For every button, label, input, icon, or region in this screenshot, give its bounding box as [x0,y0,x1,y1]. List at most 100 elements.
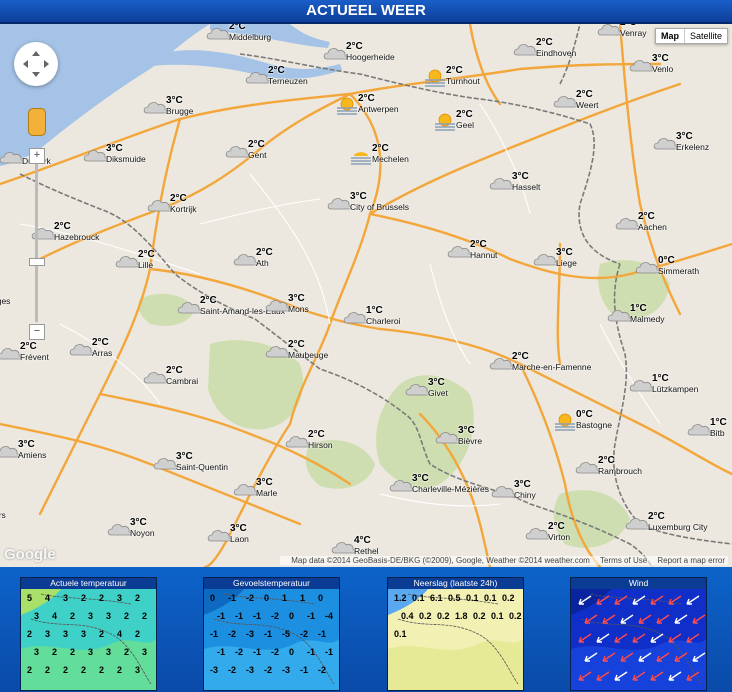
city-name: Mons [288,304,309,314]
thumbnail-value: -2 [235,647,243,657]
thumbnail-wind[interactable]: Wind [570,577,707,691]
city-temperature: 3°C [106,143,123,154]
thumbnail-value: 0.1 [466,593,479,603]
city-temperature: 3°C [166,95,183,106]
thumbnail-map: 0 -1 -2 0 1 1 0-1 -1 -1 -2 0 -1 -4-1 -2 -3 -1 -5 -2 -1-1 -2… [204,589,339,690]
thumbnail-value: 1 [300,593,305,603]
city-name: Hannut [470,250,498,260]
city-temperature: 2°C [536,37,553,48]
thumbnail-value: -4 [325,611,333,621]
cloud-weather-icon [323,48,348,60]
city-name: Erkelenz [676,142,710,152]
city-name: Amiens [18,450,47,460]
thumbnail-value: 0.2 [419,611,432,621]
thumbnail-value: -1 [217,611,225,621]
city-name: Eindhoven [536,48,577,58]
thumbnail-value: 0.1 [491,611,504,621]
thumbnail-value: -1 [228,593,236,603]
thumbnail-value: 0.1 [394,629,407,639]
thumbnail-value: 2 [135,629,140,639]
city-temperature: 2°C [372,143,389,154]
zoom-slider-track[interactable] [35,164,38,322]
city-name: ers [0,510,6,520]
cloud-weather-icon [285,436,310,448]
cloud-weather-icon [83,150,108,162]
cloud-weather-icon [233,484,258,496]
cloud-weather-icon [597,24,622,36]
zoom-in-button[interactable]: + [29,148,45,164]
thumbnail-label: Gevoelstemperatuur [204,578,339,589]
cloud-weather-icon [625,518,650,530]
city-name: uges [0,296,11,306]
city-temperature: 2°C [138,249,155,260]
street-view-pegman-icon[interactable] [28,108,46,136]
cloud-weather-icon [206,28,231,40]
thumbnail-temp[interactable]: Actuele temperatuur 5 4 3 2 2 3 2 3 4 2 3 3 2 2 2 3 3 3 2 4 2… [20,577,157,691]
city-temperature: 3°C [512,171,529,182]
cloud-weather-icon [687,424,712,436]
thumbnail-value: 2 [117,665,122,675]
zoom-slider-handle[interactable] [29,258,45,266]
city-name: Saint-Quentin [176,462,228,472]
thumbnail-value: 5 [27,593,32,603]
city-temperature: 3°C [350,191,367,202]
city-temperature: 3°C [130,517,147,528]
cloud-weather-icon [143,372,168,384]
city-temperature: 1°C [366,305,383,316]
terms-of-use-link[interactable]: Terms of Use [600,556,647,565]
thumbnail-value: -1 [318,629,326,639]
thumbnail-value: 6.1 [430,593,443,603]
thumbnail-value: 3 [63,629,68,639]
thumbnail-rain[interactable]: Neerslag (laatste 24h) 1.2 0.1 6.1 0.5 0.1 0.1… [387,577,524,691]
thumbnail-value: -2 [271,611,279,621]
thumbnail-value: -5 [282,629,290,639]
zoom-out-button[interactable]: − [29,324,45,340]
cloud-weather-icon [0,152,24,164]
city-name: Charleroi [366,316,401,326]
pan-control[interactable] [14,42,58,86]
thumbnail-value: -2 [246,593,254,603]
cloud-weather-icon [629,60,654,72]
map-type-satellite-button[interactable]: Satellite [685,29,727,43]
city-name: Gent [248,150,267,160]
map-type-map-button[interactable]: Map [656,29,685,43]
city-name: Charleville-Mézières [412,484,489,494]
city-name: Arras [92,348,113,358]
page-header: ACTUEEL WEER [0,0,732,24]
cloud-weather-icon [153,458,178,470]
city-temperature: 2°C [166,365,183,376]
city-temperature: 3°C [256,477,273,488]
thumbnail-value: 4 [52,611,57,621]
city-name: Hasselt [512,182,541,192]
thumbnail-value: 0 [289,611,294,621]
city-name: Chiny [514,490,536,500]
thumbnail-value: 0.2 [509,611,522,621]
thumbnail-value: 2 [124,611,129,621]
report-map-error-link[interactable]: Report a map error [657,556,725,565]
thumbnail-value: 0.4 [401,611,414,621]
city-temperature: 3°C [412,473,429,484]
city-temperature: 3°C [230,523,247,534]
city-temperature: 2°C [576,89,593,100]
city-temperature: 0°C [576,409,593,420]
city-name: Terneuzen [268,76,308,86]
cloud-weather-icon [615,218,640,230]
city-name: Mechelen [372,154,409,164]
city-temperature: 1°C [710,417,727,428]
city-temperature: 3°C [676,131,693,142]
thumbnail-value: -2 [228,665,236,675]
thumbnail-feel[interactable]: Gevoelstemperatuur 0 -1 -2 0 1 1 0 -1 -1 -1 -2 0 -1 -4… [203,577,340,691]
sun-fog-weather-icon [337,97,357,115]
city-name: Aachen [638,222,667,232]
google-logo[interactable]: Google [4,546,56,563]
weather-map[interactable]: 2°C Middelburg 2°C Hoogerheide 2°C Eindhoven 3… [0,24,732,567]
cloud-weather-icon [575,462,600,474]
thumbnail-value: 2 [135,593,140,603]
city-name: Hoogerheide [346,52,395,62]
thumbnail-value: -3 [246,665,254,675]
thumbnail-value: 3 [106,611,111,621]
city-name: Virton [548,532,571,542]
city-name: Venlo [652,64,674,74]
city-name: Weert [576,100,599,110]
city-name: Maubeuge [288,350,329,360]
